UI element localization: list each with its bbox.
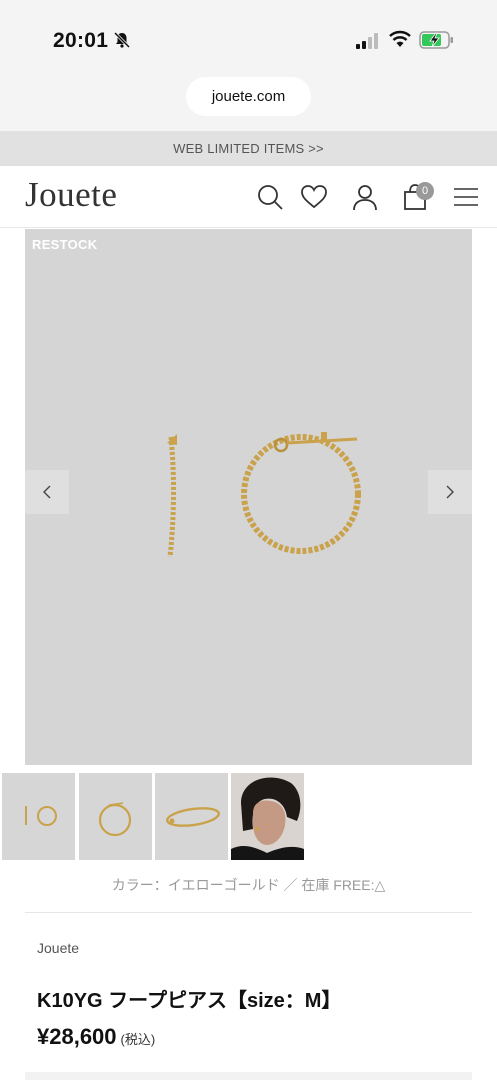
thumbnail-1[interactable]: [2, 773, 75, 860]
product-main-image[interactable]: RESTOCK: [25, 229, 472, 765]
url-bar[interactable]: jouete.com: [186, 77, 311, 116]
bell-slash-icon: [113, 31, 131, 49]
restock-badge: RESTOCK: [32, 237, 98, 252]
hoop-earrings-photo: [167, 432, 361, 558]
site-logo[interactable]: Jouete: [25, 175, 117, 215]
user-icon[interactable]: [351, 183, 379, 211]
announcement-banner[interactable]: WEB LIMITED ITEMS >>: [0, 131, 497, 166]
thumb-hoop-pair-image: [25, 806, 57, 826]
next-image-button[interactable]: [428, 470, 472, 514]
cart-count-badge: 0: [416, 182, 434, 200]
bottom-section-edge: [25, 1072, 472, 1080]
product-title: K10YG フープピアス【size：M】: [37, 990, 342, 1012]
prev-image-button[interactable]: [25, 470, 69, 514]
thumb-model-image: [231, 773, 304, 860]
battery-charging-icon: [419, 31, 453, 49]
product-price-row: ¥28,600 (税込): [37, 1024, 155, 1050]
thumb-hoop-side-image: [166, 807, 220, 827]
menu-icon[interactable]: [452, 183, 480, 211]
product-brand[interactable]: Jouete: [37, 940, 79, 956]
divider: [25, 912, 472, 913]
product-price: ¥28,600: [37, 1024, 117, 1049]
color-stock-info: カラー：イエローゴールド ／ 在庫 FREE:△: [111, 877, 386, 893]
wifi-icon: [389, 30, 411, 47]
browser-chrome: 20:01 jouete.com: [0, 0, 497, 131]
tax-label: (税込): [120, 1032, 156, 1047]
thumbnail-3[interactable]: [155, 773, 228, 860]
chevron-left-icon: [43, 485, 51, 499]
heart-icon[interactable]: [300, 183, 328, 211]
cellular-signal-icon: [356, 33, 378, 49]
thumbnail-4[interactable]: [231, 773, 304, 860]
chevron-right-icon: [446, 485, 454, 499]
status-time: 20:01: [53, 29, 109, 52]
thumb-hoop-single-image: [98, 802, 132, 837]
thumbnail-2[interactable]: [79, 773, 152, 860]
search-icon[interactable]: [256, 183, 284, 211]
